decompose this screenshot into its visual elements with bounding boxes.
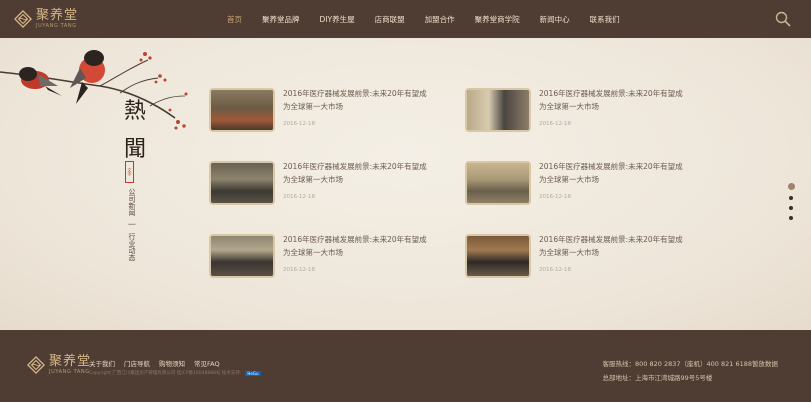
news-date: 2016-12-18 (539, 194, 571, 200)
news-date: 2016-12-18 (283, 267, 315, 273)
nav-alliance[interactable]: 店商联盟 (375, 14, 405, 25)
news-thumbnail[interactable] (209, 88, 275, 132)
news-item[interactable]: 2016年医疗器械发展前景:未来20年有望成为全球第一大市场 2016-12-1… (209, 234, 433, 278)
search-icon[interactable] (775, 11, 791, 27)
page-dot-1[interactable] (787, 183, 795, 190)
nav-home[interactable]: 首页 (227, 14, 242, 25)
footer-link-faq[interactable]: 常见FAQ (194, 358, 220, 368)
nav-franchise[interactable]: 加盟合作 (425, 14, 455, 25)
news-title[interactable]: 2016年医疗器械发展前景:未来20年有望成为全球第一大市场 (283, 234, 433, 259)
news-title[interactable]: 2016年医疗器械发展前景:未来20年有望成为全球第一大市场 (283, 88, 433, 113)
news-thumbnail[interactable] (465, 88, 531, 132)
subnav-industry-news[interactable]: 行业动态 (128, 233, 136, 261)
news-item[interactable]: 2016年医疗器械发展前景:未来20年有望成为全球第一大市场 2016-12-1… (465, 161, 689, 205)
red-seal-stamp: 文字 (125, 161, 134, 183)
news-thumbnail[interactable] (209, 234, 275, 278)
news-title[interactable]: 2016年医疗器械发展前景:未来20年有望成为全球第一大市场 (283, 161, 433, 186)
bird-branch-illustration (0, 50, 188, 130)
logo-mark-icon (27, 356, 45, 374)
copyright: Copyright 广西江川集团房产管理有限公司 桂ICP备16048888号 … (89, 370, 261, 376)
footer-link-stores[interactable]: 门店导航 (124, 358, 150, 368)
section-title: 熱聞 (123, 99, 146, 162)
news-item[interactable]: 2016年医疗器械发展前景:未来20年有望成为全球第一大市场 2016-12-1… (209, 88, 433, 132)
footer-logo[interactable]: 聚养堂 JUYANG TANG (27, 352, 91, 378)
footer-links: 关于我们 门店导航 购物须知 常见FAQ (89, 358, 229, 368)
header: 聚养堂 JUYANG TANG 首页 聚养堂品牌 DIY养生屋 店商联盟 加盟合… (0, 0, 811, 38)
news-thumbnail[interactable] (465, 234, 531, 278)
subnav-separator: | (128, 223, 136, 226)
logo-subtext: JUYANG TANG (36, 23, 77, 29)
news-item[interactable]: 2016年医疗器械发展前景:未来20年有望成为全球第一大市场 2016-12-1… (465, 88, 689, 132)
main-nav: 首页 聚养堂品牌 DIY养生屋 店商联盟 加盟合作 聚养堂商学院 新闻中心 联系… (227, 0, 640, 38)
section-subnav: 公司新闻 | 行业动态 (127, 188, 137, 261)
hotline: 客服热线：800 820 2837（座机）400 821 6188暂放数据 (602, 360, 778, 368)
nav-brand[interactable]: 聚养堂品牌 (262, 14, 300, 25)
nav-contact[interactable]: 联系我们 (590, 14, 620, 25)
nav-diy[interactable]: DIY养生屋 (320, 14, 355, 25)
copyright-text: Copyright 广西江川集团房产管理有限公司 桂ICP备16048888号 … (89, 371, 242, 376)
news-thumbnail[interactable] (209, 161, 275, 205)
contact-info: 客服热线：800 820 2837（座机）400 821 6188暂放数据 总部… (603, 357, 778, 385)
news-item[interactable]: 2016年医疗器械发展前景:未来20年有望成为全球第一大市场 2016-12-1… (465, 234, 689, 278)
footer-link-shopping[interactable]: 购物须知 (159, 358, 185, 368)
footer-link-about[interactable]: 关于我们 (89, 358, 115, 368)
news-item[interactable]: 2016年医疗器械发展前景:未来20年有望成为全球第一大市场 2016-12-1… (209, 161, 433, 205)
footer-logo-subtext: JUYANG TANG (49, 369, 90, 375)
news-title[interactable]: 2016年医疗器械发展前景:未来20年有望成为全球第一大市场 (539, 234, 689, 259)
tech-support-badge[interactable]: HeGu (245, 370, 261, 376)
news-date: 2016-12-18 (283, 121, 315, 127)
nav-news[interactable]: 新闻中心 (540, 14, 570, 25)
page-dot-3[interactable] (789, 206, 793, 210)
news-date: 2016-12-18 (539, 121, 571, 127)
page-dot-4[interactable] (789, 216, 793, 220)
page-dot-2[interactable] (789, 196, 793, 200)
news-date: 2016-12-18 (283, 194, 315, 200)
news-date: 2016-12-18 (539, 267, 571, 273)
logo[interactable]: 聚养堂 JUYANG TANG (14, 6, 78, 32)
address: 总部地址：上海市江湾城路99号5号楼 (602, 374, 713, 382)
news-thumbnail[interactable] (465, 161, 531, 205)
news-title[interactable]: 2016年医疗器械发展前景:未来20年有望成为全球第一大市场 (539, 161, 689, 186)
footer: 聚养堂 JUYANG TANG 关于我们 门店导航 购物须知 常见FAQ Cop… (0, 330, 811, 402)
news-section: 熱聞 文字 公司新闻 | 行业动态 2016年医疗器械发展前景:未来20年有望成… (0, 38, 811, 330)
logo-text: 聚养堂 (36, 8, 79, 23)
logo-mark-icon (14, 10, 32, 28)
footer-logo-text: 聚养堂 (49, 354, 92, 369)
nav-academy[interactable]: 聚养堂商学院 (475, 14, 520, 25)
subnav-company-news[interactable]: 公司新闻 (128, 188, 136, 216)
page-dots (787, 183, 795, 226)
news-title[interactable]: 2016年医疗器械发展前景:未来20年有望成为全球第一大市场 (539, 88, 689, 113)
